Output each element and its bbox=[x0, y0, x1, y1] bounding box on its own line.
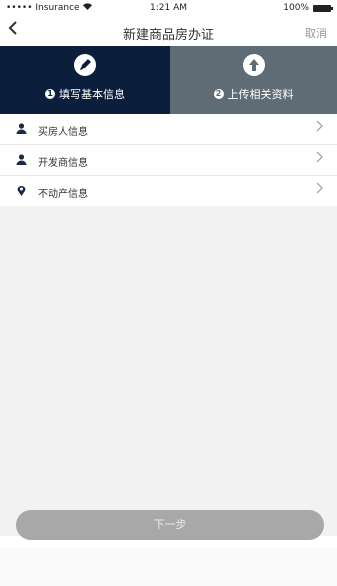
battery-icon bbox=[313, 4, 333, 12]
info-list: 买房人信息 开发商信息 不动产信息 bbox=[0, 114, 337, 207]
page-title: 新建商品房办证 bbox=[122, 28, 214, 43]
person-icon bbox=[16, 154, 27, 165]
location-pin-icon bbox=[17, 186, 26, 196]
step-2-text: 上传相关资料 bbox=[227, 88, 294, 101]
pen-icon bbox=[74, 54, 96, 76]
list-item-developer-info[interactable]: 开发商信息 bbox=[0, 145, 337, 176]
list-item-label: 不动产信息 bbox=[38, 189, 88, 200]
step-1-label: 1 填写基本信息 bbox=[0, 86, 170, 102]
chevron-right-icon bbox=[316, 120, 323, 136]
list-item-label: 买房人信息 bbox=[38, 127, 88, 138]
cancel-button[interactable]: 取消 bbox=[305, 25, 327, 41]
step-1-text: 填写基本信息 bbox=[59, 88, 125, 101]
step-fill-basic-info[interactable]: 1 填写基本信息 bbox=[0, 46, 170, 114]
list-item-property-info[interactable]: 不动产信息 bbox=[0, 176, 337, 207]
upload-icon bbox=[242, 54, 265, 76]
bottom-area bbox=[0, 548, 337, 586]
step-upload-documents[interactable]: 2 上传相关资料 bbox=[170, 46, 337, 114]
status-right: 100% bbox=[283, 3, 333, 13]
content-area bbox=[0, 206, 337, 536]
step-number: 2 bbox=[213, 89, 224, 99]
nav-bar: 新建商品房办证 取消 bbox=[0, 16, 337, 46]
battery-label: 100% bbox=[283, 3, 309, 13]
chevron-right-icon bbox=[316, 182, 323, 198]
next-step-button[interactable]: 下一步 bbox=[16, 510, 324, 540]
step-number: 1 bbox=[45, 89, 55, 99]
step-header: 1 填写基本信息 2 上传相关资料 bbox=[0, 46, 337, 114]
chevron-right-icon bbox=[316, 151, 323, 167]
list-item-label: 开发商信息 bbox=[38, 158, 88, 169]
list-item-buyer-info[interactable]: 买房人信息 bbox=[0, 114, 337, 145]
person-icon bbox=[16, 123, 27, 134]
status-bar: ••••• Insurance 1:21 AM 100% bbox=[0, 0, 337, 16]
step-2-label: 2 上传相关资料 bbox=[170, 86, 337, 102]
